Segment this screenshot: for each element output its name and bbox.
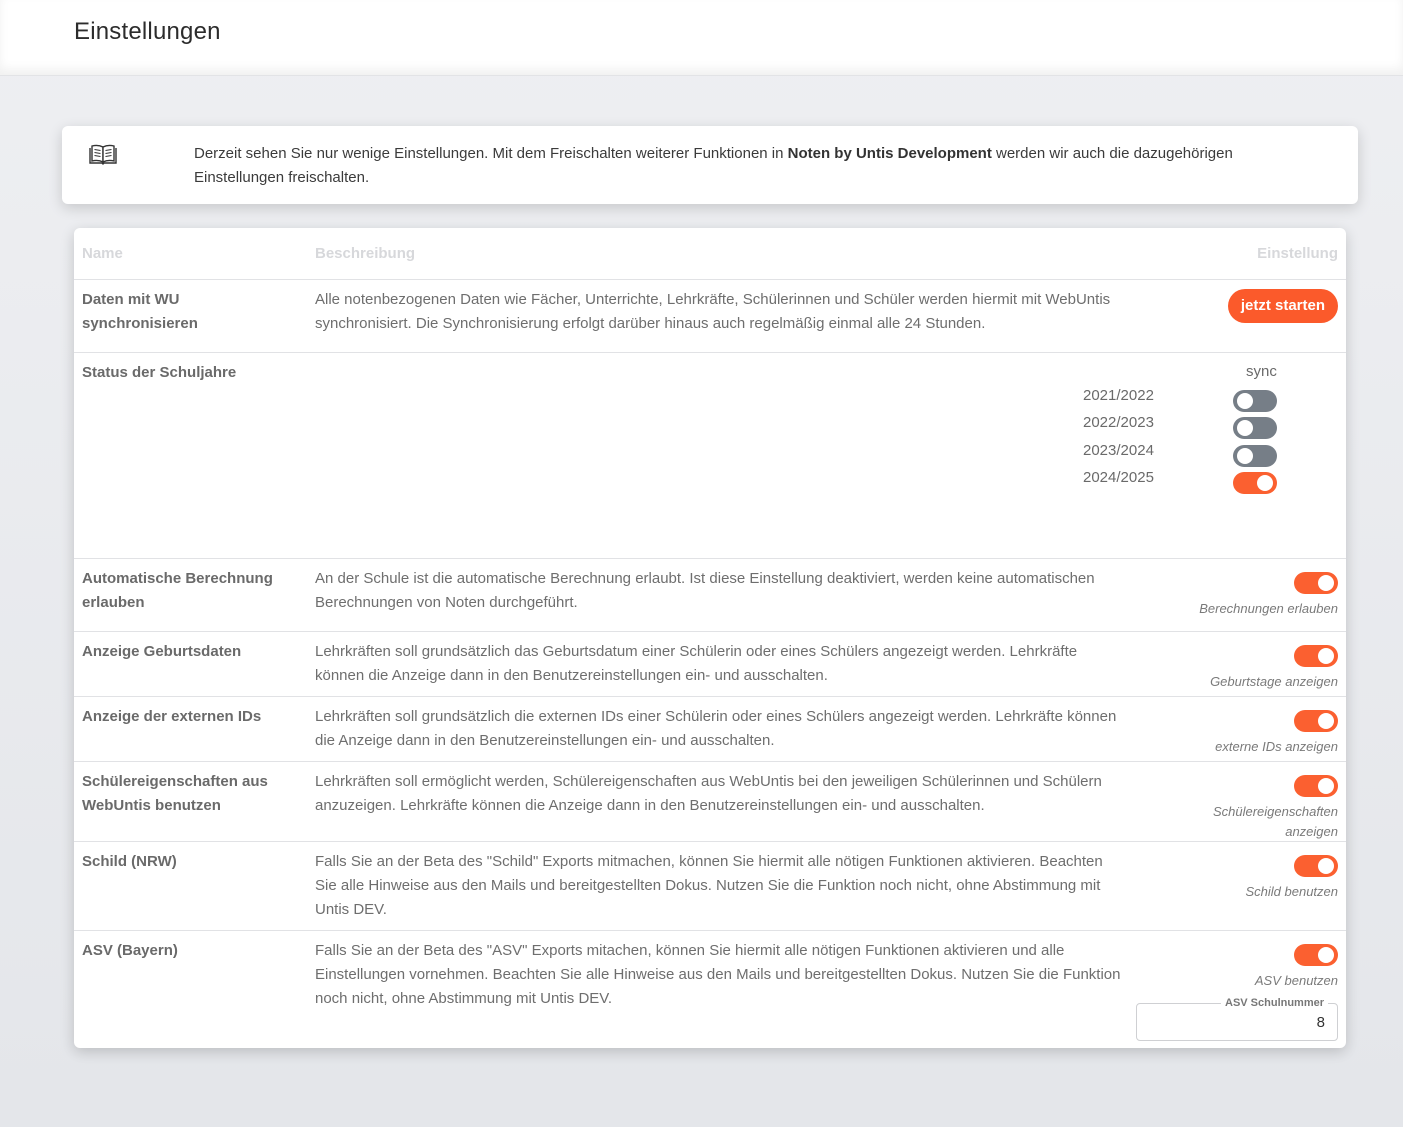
info-product-name: Noten by Untis Development <box>787 145 992 162</box>
school-year-sync-toggle[interactable] <box>1233 445 1277 467</box>
setting-description: Lehrkräften soll grundsätzlich das Gebur… <box>315 643 1078 684</box>
toggle-label: Schild benutzen <box>1245 884 1338 899</box>
settings-table: Name Beschreibung Einstellung Daten mit … <box>74 228 1346 1048</box>
info-text: Derzeit sehen Sie nur wenige Einstellung… <box>194 145 1233 186</box>
school-year-sync-toggle[interactable] <box>1233 472 1277 494</box>
table-row-school-years: Status der Schuljahre sync 2021/2022 202… <box>74 353 1346 559</box>
toggle-label: Schülereigenschaften anzeigen <box>1212 804 1338 839</box>
field-label: ASV Schulnummer <box>1221 997 1329 1009</box>
setting-name: Automatische Berechnung erlauben <box>82 570 273 611</box>
setting-name: ASV (Bayern) <box>82 942 178 959</box>
toggle-label: Geburtstage anzeigen <box>1210 674 1338 689</box>
school-year-label: 2023/2024 <box>1083 442 1154 459</box>
school-year-row: 2022/2023 <box>1083 414 1283 439</box>
setting-description: Lehrkräften soll grundsätzlich die exter… <box>315 708 1117 749</box>
sync-column-label: sync <box>1246 363 1277 380</box>
school-year-row: 2024/2025 <box>1083 469 1283 494</box>
header-name: Name <box>82 245 123 262</box>
setting-name: Anzeige Geburtsdaten <box>82 643 242 660</box>
header-description: Beschreibung <box>315 245 416 262</box>
table-row-student-properties: Schülereigenschaften aus WebUntis benutz… <box>74 762 1346 842</box>
info-banner: Derzeit sehen Sie nur wenige Einstellung… <box>62 126 1358 204</box>
table-row-schild: Schild (NRW) Falls Sie an der Beta des "… <box>74 842 1346 931</box>
setting-description: Falls Sie an der Beta des "Schild" Expor… <box>315 853 1103 918</box>
toggle-label: ASV benutzen <box>1254 973 1338 988</box>
school-year-label: 2022/2023 <box>1083 414 1154 431</box>
setting-description: Alle notenbezogenen Daten wie Fächer, Un… <box>315 291 1111 332</box>
top-bar: Einstellungen <box>0 0 1403 76</box>
toggle-label: Berechnungen erlauben <box>1199 601 1338 616</box>
external-ids-toggle[interactable] <box>1294 710 1338 732</box>
table-row-asv: ASV (Bayern) Falls Sie an der Beta des "… <box>74 931 1346 1048</box>
school-year-label: 2024/2025 <box>1083 469 1154 486</box>
header-setting: Einstellung <box>1257 245 1338 262</box>
schild-toggle[interactable] <box>1294 855 1338 877</box>
setting-name: Schülereigenschaften aus WebUntis benutz… <box>82 773 268 814</box>
setting-description: An der Schule ist die automatische Berec… <box>315 570 1095 611</box>
setting-description: Lehrkräften soll ermöglicht werden, Schü… <box>315 773 1102 814</box>
auto-calc-toggle[interactable] <box>1294 572 1338 594</box>
school-year-label: 2021/2022 <box>1083 387 1154 404</box>
birthdates-toggle[interactable] <box>1294 645 1338 667</box>
page-title: Einstellungen <box>74 18 221 45</box>
start-sync-button[interactable]: jetzt starten <box>1227 289 1338 323</box>
table-row-sync: Daten mit WU synchronisieren Alle notenb… <box>74 280 1346 353</box>
setting-description: Falls Sie an der Beta des "ASV" Exports … <box>315 942 1121 1007</box>
toggle-label: externe IDs anzeigen <box>1215 739 1338 754</box>
setting-name: Status der Schuljahre <box>82 364 237 381</box>
table-header: Name Beschreibung Einstellung <box>74 228 1346 280</box>
setting-name: Daten mit WU synchronisieren <box>82 291 198 332</box>
table-row-auto-calc: Automatische Berechnung erlauben An der … <box>74 559 1346 632</box>
table-row-birthdates: Anzeige Geburtsdaten Lehrkräften soll gr… <box>74 632 1346 697</box>
field-value: 8 <box>1316 1014 1325 1031</box>
student-properties-toggle[interactable] <box>1294 775 1338 797</box>
school-year-sync-toggle[interactable] <box>1233 390 1277 412</box>
setting-name: Schild (NRW) <box>82 853 177 870</box>
book-icon <box>88 143 118 167</box>
asv-school-number-field[interactable]: ASV Schulnummer 8 <box>1136 997 1338 1041</box>
asv-toggle[interactable] <box>1294 944 1338 966</box>
school-year-sync-toggle[interactable] <box>1233 417 1277 439</box>
school-year-row: 2021/2022 <box>1083 387 1283 412</box>
table-row-external-ids: Anzeige der externen IDs Lehrkräften sol… <box>74 697 1346 762</box>
school-year-row: 2023/2024 <box>1083 442 1283 467</box>
setting-name: Anzeige der externen IDs <box>82 708 262 725</box>
